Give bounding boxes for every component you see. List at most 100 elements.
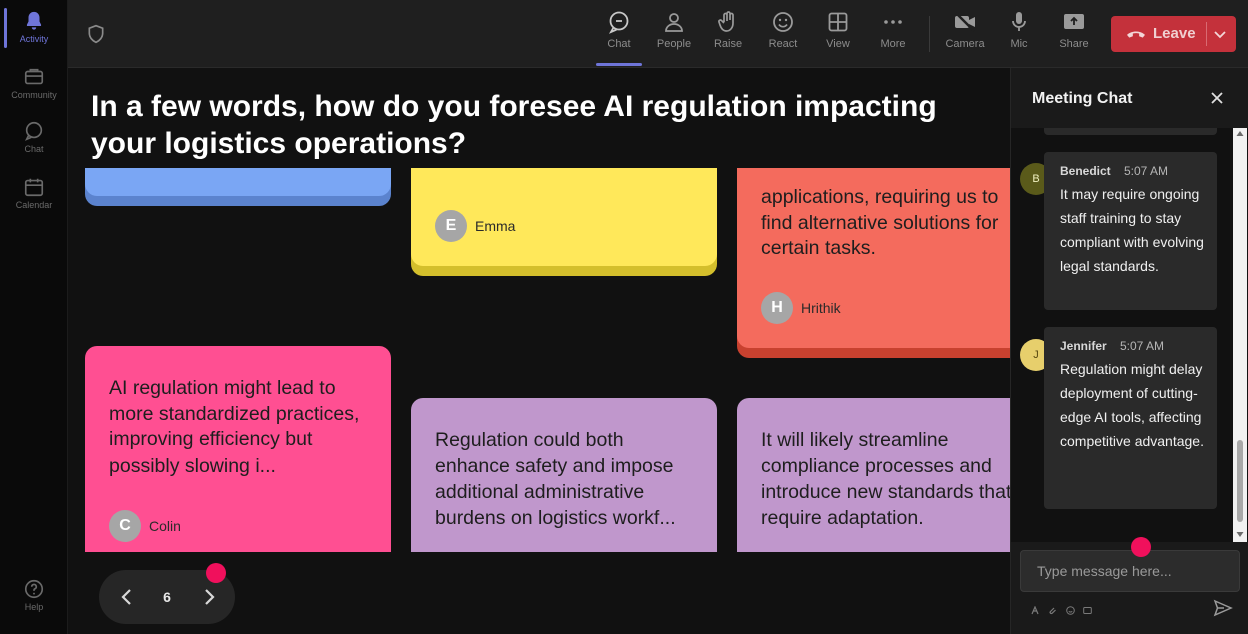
tool-label: Chat	[607, 38, 631, 50]
message-time: 5:07 AM	[1124, 164, 1169, 178]
view-button[interactable]: View	[812, 10, 864, 50]
brainstorm-board: In a few words, how do you foresee AI re…	[68, 68, 1010, 634]
chevron-down-icon[interactable]	[1212, 26, 1228, 42]
mic-icon	[1012, 12, 1026, 31]
active-tab-indicator	[596, 63, 642, 66]
chat-icon	[608, 11, 629, 34]
avatar-initial: J	[1033, 349, 1039, 361]
more-icon	[884, 20, 902, 24]
avatar-initial: B	[1032, 173, 1040, 185]
author-avatar: C	[109, 510, 141, 542]
card-text-line: Regulation could both	[435, 429, 624, 451]
share-icon	[1064, 14, 1084, 29]
calendar-icon	[24, 178, 44, 197]
pointer-indicator	[206, 563, 226, 583]
send-icon[interactable]	[1213, 598, 1233, 618]
idea-card[interactable]: E Emma	[411, 168, 717, 276]
chat-message: Jennifer 5:07 AM Regulation might delay …	[1044, 327, 1217, 509]
smiley-icon	[773, 12, 793, 32]
rail-item-help[interactable]: Help	[0, 578, 68, 612]
grid-icon	[828, 12, 848, 32]
tool-label: More	[880, 38, 906, 50]
card-text-line: possibly slowing i...	[109, 455, 276, 477]
message-body: Regulation might delay deployment of cut…	[1060, 361, 1204, 449]
format-toolbar	[1031, 602, 1096, 615]
message-author: Jennifer	[1060, 339, 1107, 353]
rail-item-label: Community	[11, 90, 57, 100]
page-number: 6	[163, 589, 171, 605]
shield-icon[interactable]	[86, 24, 106, 44]
format-icon[interactable]	[1031, 602, 1040, 615]
card-face	[85, 168, 391, 196]
help-icon	[24, 579, 44, 599]
chevron-right-icon[interactable]	[199, 586, 219, 608]
leave-label: Leave	[1153, 25, 1196, 42]
card-text-line: more standardized practices,	[109, 403, 360, 425]
camera-button[interactable]: Camera	[939, 10, 991, 50]
idea-card[interactable]: AI regulation might lead to more standar…	[85, 346, 391, 576]
message-compose-box[interactable]	[1020, 550, 1240, 592]
rail-item-label: Activity	[19, 34, 49, 44]
card-text-line: compliance processes and	[761, 455, 992, 477]
people-icon	[665, 13, 683, 32]
question-line: your logistics operations?	[91, 127, 467, 160]
rail-item-calendar[interactable]: Calendar	[0, 176, 68, 210]
gif-icon[interactable]	[1083, 602, 1093, 614]
scroll-up-icon[interactable]	[1236, 130, 1244, 138]
tool-label: React	[768, 38, 798, 50]
people-button[interactable]: People	[648, 10, 700, 50]
chat-scrollbar[interactable]	[1233, 128, 1247, 542]
scroll-down-icon[interactable]	[1236, 530, 1244, 538]
card-text-line: applications, requiring us to	[761, 186, 999, 208]
card-face: E Emma	[411, 168, 717, 266]
attach-icon[interactable]	[1048, 602, 1057, 615]
camera-off-icon	[955, 12, 975, 32]
chevron-left-icon[interactable]	[117, 586, 137, 608]
emoji-icon[interactable]	[1066, 602, 1075, 615]
share-button[interactable]: Share	[1048, 10, 1100, 50]
toolbar-divider	[929, 16, 930, 52]
chat-message-list[interactable]: B Benedict 5:07 AM It may require ongoin…	[1011, 128, 1248, 542]
scrollbar-thumb[interactable]	[1237, 440, 1243, 522]
card-text-line: introduce new standards that	[761, 481, 1010, 503]
tool-label: People	[656, 38, 692, 50]
message-input[interactable]	[1021, 551, 1239, 591]
idea-card[interactable]	[85, 168, 391, 206]
card-text-line: burdens on logistics workf...	[435, 507, 676, 529]
question-line: In a few words, how do you foresee AI re…	[91, 90, 937, 123]
raise-hand-button[interactable]: Raise	[702, 10, 754, 50]
tool-label: Share	[1059, 38, 1089, 50]
chat-icon	[24, 121, 43, 141]
card-text-line: improving efficiency but	[109, 428, 313, 450]
hang-up-icon	[1127, 31, 1145, 38]
mic-button[interactable]: Mic	[993, 10, 1045, 50]
rail-item-community[interactable]: Community	[0, 66, 68, 100]
more-button[interactable]: More	[867, 10, 919, 50]
rail-item-chat[interactable]: Chat	[0, 120, 68, 154]
card-text-line: find alternative solutions for	[761, 212, 999, 234]
app-rail: Activity Community Chat Calendar Help	[0, 0, 68, 634]
author-name: Colin	[149, 518, 181, 534]
tool-label: Camera	[945, 38, 985, 50]
meeting-toolbar: Chat People Raise React View More Camera…	[68, 0, 1248, 68]
react-button[interactable]: React	[757, 10, 809, 50]
card-text-line: require adaptation.	[761, 507, 924, 529]
bell-icon	[26, 11, 42, 30]
card-text-line: additional administrative	[435, 481, 645, 503]
author-name: Hrithik	[801, 300, 841, 316]
leave-button[interactable]: Leave	[1111, 16, 1236, 52]
tool-label: Raise	[713, 38, 743, 50]
message-time: 5:07 AM	[1120, 339, 1165, 353]
close-icon[interactable]	[1209, 90, 1225, 106]
hand-icon	[718, 11, 734, 32]
chat-title: Meeting Chat	[1032, 90, 1133, 107]
rail-item-label: Calendar	[15, 200, 53, 210]
rail-item-activity[interactable]: Activity	[0, 10, 68, 44]
card-text-line: enhance safety and impose	[435, 455, 674, 477]
message-author: Benedict	[1060, 164, 1111, 178]
leave-divider	[1206, 22, 1207, 46]
rail-item-label: Chat	[24, 144, 44, 154]
chat-button[interactable]: Chat	[593, 10, 645, 50]
idea-card[interactable]: applications, requiring us to find alter…	[737, 168, 1010, 358]
tool-label: Mic	[1010, 38, 1028, 50]
